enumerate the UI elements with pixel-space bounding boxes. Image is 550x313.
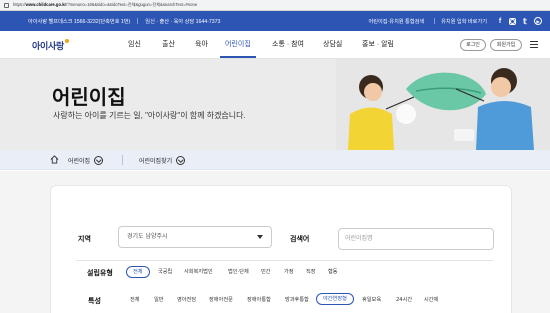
hero-subtitle: 사랑하는 아이를 기르는 일, "아이사랑"이 함께 하겠습니다. [53, 111, 246, 120]
feature-chip-night[interactable]: 야간연장형 [316, 293, 354, 305]
feature-chip-infant[interactable]: 영아전담 [177, 294, 196, 306]
menu-counsel[interactable]: 상담실 [323, 31, 342, 58]
menu-promotion[interactable]: 홍보 · 알림 [362, 31, 394, 58]
menu-icon[interactable] [530, 41, 538, 48]
kindergarten-admission-link[interactable]: 유치원 입학 바로가기 [441, 18, 487, 25]
feature-chip-all[interactable]: 전체 [130, 294, 140, 306]
chevron-down-icon[interactable] [176, 155, 186, 165]
menu-birth[interactable]: 출산 [162, 31, 175, 58]
login-button[interactable]: 로그인 [460, 39, 486, 51]
feature-chip-disabled[interactable]: 장애아전문 [209, 294, 233, 306]
feature-chip-integrated[interactable]: 장애아통합 [247, 294, 271, 306]
type-chip-home[interactable]: 가정 [284, 266, 294, 278]
type-chip-workplace[interactable]: 직장 [306, 266, 316, 278]
lock-icon [4, 2, 9, 8]
breadcrumb-level2[interactable]: 어린이집찾기 [139, 150, 186, 170]
keyword-label: 검색어 [290, 235, 310, 243]
chevron-down-icon[interactable] [94, 155, 104, 165]
type-chip-public[interactable]: 국공립 [158, 266, 172, 278]
region-select[interactable]: 경기도 남양주시 [118, 226, 272, 248]
type-chip-corp-group[interactable]: 법인·단체 [228, 266, 249, 278]
browser-address-bar[interactable]: https://www.childcare.go.kr/?menuno=166&… [0, 0, 550, 11]
type-label: 설립유형 [87, 269, 113, 277]
breadcrumb-divider [122, 155, 123, 165]
feature-chip-general[interactable]: 일반 [154, 294, 164, 306]
instagram-icon[interactable] [509, 17, 516, 25]
twitter-icon[interactable]: 𝕥 [521, 17, 529, 26]
counsel-text: 임신 · 출산 · 육아 상담 1644-7373 [145, 18, 221, 25]
type-chip-welfare-corp[interactable]: 사회복지법인 [184, 266, 213, 278]
home-icon[interactable] [50, 155, 59, 164]
type-chip-private[interactable]: 민간 [261, 266, 271, 278]
breadcrumb: 어린이집 어린이집찾기 [0, 150, 550, 170]
feature-label: 특성 [88, 297, 101, 305]
feature-chip-holiday[interactable]: 휴일보육 [362, 294, 381, 306]
type-chip-coop[interactable]: 협동 [328, 266, 338, 278]
helpdesk-text: 아이사랑 헬프데스크 1566-3232(단축번호 1번) [28, 18, 131, 25]
children-painting-photo [336, 59, 550, 150]
breadcrumb-level1[interactable]: 어린이집 [68, 150, 104, 170]
youtube-icon[interactable]: ▶ [534, 17, 542, 25]
dropdown-arrow-icon [257, 235, 263, 239]
feature-chip-afterschool[interactable]: 방과후통합 [285, 294, 309, 306]
integrated-search-link[interactable]: 어린이집·유치원 통합검색 [368, 18, 424, 25]
keyword-input[interactable] [338, 228, 494, 250]
page-title: 어린이집 [52, 87, 126, 109]
url-text[interactable]: https://www.childcare.go.kr/?menuno=166&… [13, 2, 197, 8]
filter-divider [76, 260, 493, 261]
hero-banner: 어린이집 사랑하는 아이를 기르는 일, "아이사랑"이 함께 하겠습니다. [0, 59, 550, 150]
feature-chip-24h[interactable]: 24시간 [396, 294, 412, 306]
active-menu-indicator [220, 56, 256, 58]
signup-button[interactable]: 회원가입 [490, 39, 522, 51]
top-info-bar: 아이사랑 헬프데스크 1566-3232(단축번호 1번) 임신 · 출산 · 육… [0, 11, 550, 31]
site-logo[interactable]: 아이사랑 [32, 39, 69, 52]
menu-pregnancy[interactable]: 임신 [128, 31, 141, 58]
type-chip-all[interactable]: 전체 [126, 266, 150, 278]
menu-parenting[interactable]: 육아 [195, 31, 208, 58]
menu-daycare[interactable]: 어린이집 [225, 31, 251, 58]
main-nav: 아이사랑 임신 출산 육아 어린이집 소통 · 참여 상담실 홍보 · 알림 로… [0, 31, 550, 59]
facebook-icon[interactable]: f [496, 17, 504, 25]
menu-community[interactable]: 소통 · 참여 [272, 31, 304, 58]
region-label: 지역 [78, 235, 91, 243]
feature-chip-hourly[interactable]: 시간제 [424, 294, 438, 306]
